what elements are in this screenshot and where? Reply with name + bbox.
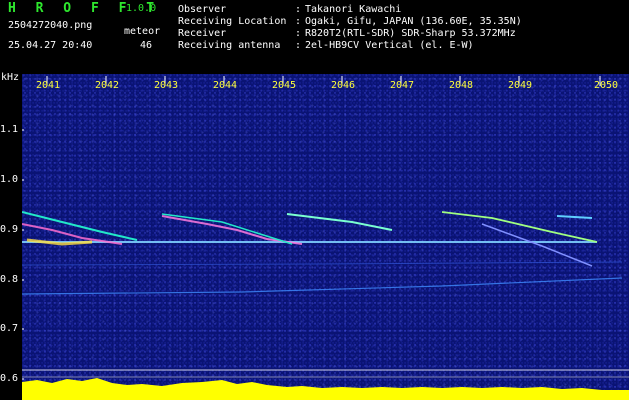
capture-datetime: 25.04.27 20:40 xyxy=(8,40,93,51)
x-tick-label: 2044 xyxy=(213,80,238,91)
meta-value: R820T2(RTL-SDR) SDR-Sharp 53.372MHz xyxy=(305,28,516,39)
meta-receiver: Receiver: R820T2(RTL-SDR) SDR-Sharp 53.37… xyxy=(178,28,516,39)
x-tick-label: 2048 xyxy=(449,80,474,91)
x-tick-label: 2045 xyxy=(272,80,297,91)
y-axis-unit: kHz xyxy=(1,72,20,83)
meta-key: Receiving antenna xyxy=(178,40,281,51)
y-tick: 0.9 xyxy=(0,224,19,235)
meteor-streak xyxy=(481,223,593,267)
y-tick: 0.8 xyxy=(0,274,19,285)
y-tick: 0.7 xyxy=(0,323,19,334)
app-version: 1.0.0 xyxy=(126,3,157,14)
image-filename: 2504272040.png xyxy=(8,20,93,31)
meteor-streak xyxy=(286,213,393,231)
y-tick: 1.0 xyxy=(0,174,19,185)
y-axis-panel xyxy=(0,74,22,400)
faint-trace xyxy=(22,261,623,266)
meteor-streak xyxy=(556,215,593,219)
x-tick-label: 2046 xyxy=(331,80,356,91)
x-tick-label: 2041 xyxy=(36,80,61,91)
spectrogram-plot xyxy=(22,74,629,400)
x-tick-label: 2047 xyxy=(390,80,415,91)
x-tick-label: 2043 xyxy=(154,80,179,91)
signal-bar xyxy=(22,378,629,400)
meta-key: Receiver xyxy=(178,28,227,39)
meta-location: Receiving Location: Ogaki, Gifu, JAPAN (1… xyxy=(178,16,522,27)
meta-observer: Observer: Takanori Kawachi xyxy=(178,4,402,15)
y-tick: 1.1 xyxy=(0,124,19,135)
x-tick-label: 2042 xyxy=(95,80,120,91)
meta-key: Observer xyxy=(178,4,227,15)
meteor-counter-label: meteor xyxy=(124,26,161,37)
y-tick-marks xyxy=(22,129,24,380)
x-tick-label: 2050 xyxy=(594,80,619,91)
header-panel: H R O F F T 1.0.0 2504272040.png 25.04.2… xyxy=(0,0,629,74)
meteor-streak xyxy=(22,211,138,241)
meta-value: 2el-HB9CV Vertical (el. E-W) xyxy=(305,40,474,51)
x-tick-label: 2049 xyxy=(508,80,533,91)
meta-key: Receiving Location xyxy=(178,16,287,27)
meta-value: Ogaki, Gifu, JAPAN (136.60E, 35.35N) xyxy=(305,16,522,27)
meta-value: Takanori Kawachi xyxy=(305,4,402,15)
meteor-counter-value: 46 xyxy=(140,40,153,51)
spectrogram-traces xyxy=(22,76,629,400)
y-tick: 0.6 xyxy=(0,373,19,384)
meta-antenna: Receiving antenna:2el-HB9CV Vertical (el… xyxy=(178,40,474,51)
faint-trace xyxy=(22,277,623,295)
